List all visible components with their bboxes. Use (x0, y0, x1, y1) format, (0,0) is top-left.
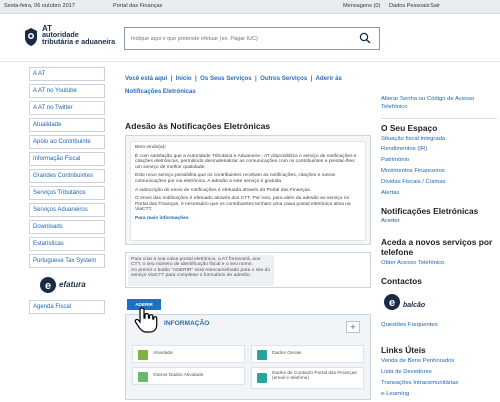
ebalcao-label: balcão (403, 302, 426, 309)
breadcrumb-servicos[interactable]: Os Seus Serviços (200, 75, 252, 82)
espaco-link-dividas[interactable]: Dívidas Fiscais / Coimas (381, 178, 445, 186)
welcome-text: Bem-vindo(a)! É com satisfação que a Aut… (130, 141, 366, 241)
espaco-link-alertas[interactable]: Alertas (381, 189, 399, 197)
ebalcao-banner[interactable]: e balcão (381, 290, 441, 314)
tile-outros-dados-label: Outros Dados Atividade (153, 373, 204, 378)
breadcrumb-inicio[interactable]: Início (176, 75, 192, 82)
information-title: INFORMAÇÃO (164, 320, 210, 327)
breadcrumb: Você está aqui | Início | Os Seus Serviç… (125, 75, 342, 95)
current-date: Sexta-feira, 06 outubro 2017 (4, 3, 75, 9)
efatura-banner[interactable]: e efatura (29, 273, 105, 297)
notif-title: Notificações Eletrónicas (381, 206, 479, 216)
espaco-title: O Seu Espaço (381, 123, 438, 133)
useful-link-devedores[interactable]: Lista de Devedores (381, 368, 432, 376)
tile-dados-gerais[interactable]: Dados Gerais (251, 345, 364, 363)
espaco-link-situacao[interactable]: Situação fiscal integrada (381, 135, 445, 143)
useful-link-transacoes[interactable]: Transações Intracomunitárias (381, 379, 458, 387)
personal-data-link[interactable]: Dados Pessoais (389, 3, 429, 9)
sidebar-item-atualidade[interactable]: Atualidade (29, 118, 105, 132)
sidebar-item-agenda[interactable]: Agenda Fiscal (29, 300, 105, 314)
sidebar-item-portuguese-tax[interactable]: Portuguese Tax System (29, 254, 105, 268)
sidebar-item-estatisticas[interactable]: Estatísticas (29, 237, 105, 251)
useful-link-elearning[interactable]: e-Learning (381, 390, 409, 398)
tile-dados-contacto-label: Dados de Contacto Portal das Finanças (e… (272, 371, 357, 382)
efatura-logo-icon: e (40, 277, 56, 293)
sidebar-item-apoio[interactable]: Apoio ao Contribuinte (29, 135, 105, 149)
search-box (124, 27, 380, 50)
sidebar-item-grandes[interactable]: Grandes Contribuintes (29, 169, 105, 183)
top-bar: Sexta-feira, 06 outubro 2017 Portal das … (0, 0, 500, 14)
search-input[interactable] (125, 28, 350, 49)
republic-emblem-icon (25, 28, 37, 46)
links-uteis-title: Links Úteis (381, 345, 426, 355)
telephone-access-link[interactable]: Obter Acesso Telefónico (381, 259, 444, 267)
sidebar-item-tributarios[interactable]: Serviços Tributários (29, 186, 105, 200)
useful-link-venda[interactable]: Venda de Bens Penhorados (381, 357, 454, 365)
sidebar-item-at[interactable]: A AT (29, 67, 105, 81)
breadcrumb-outros[interactable]: Outros Serviços (260, 75, 307, 82)
other-data-icon (138, 372, 148, 382)
welcome-paragraph-4: O envio das notificações é efetuado atra… (135, 196, 351, 213)
tile-atividade[interactable]: Atividade (132, 345, 245, 363)
sidebar-item-twitter[interactable]: A AT no Twitter (29, 101, 105, 115)
welcome-paragraph-2: Este novo serviço possibilita que os con… (135, 173, 336, 184)
more-info-link[interactable]: Para mais informações (135, 216, 361, 222)
efatura-label: efatura (59, 280, 86, 289)
contact-data-icon (257, 373, 267, 383)
hand-cursor-icon (134, 307, 158, 333)
tile-outros-dados[interactable]: Outros Dados Atividade (132, 367, 245, 385)
welcome-panel: Bem-vindo(a)! É com satisfação que a Aut… (125, 135, 371, 245)
sidebar-item-informacao[interactable]: Informação Fiscal (29, 152, 105, 166)
sidebar-item-youtube[interactable]: A AT no Youtube (29, 84, 105, 98)
svg-text:e: e (45, 280, 51, 292)
change-password-link[interactable]: Alterar Senha ou Código de Acesso Telefó… (381, 95, 497, 111)
portal-link[interactable]: Portal das Finanças (113, 3, 162, 9)
welcome-paragraph-1: É com satisfação que a Autoridade Tribut… (135, 153, 357, 170)
welcome-greeting: Bem-vindo(a)! (135, 145, 166, 150)
viactt-info-text: Para criar a sua caixa postal eletrónica… (128, 255, 274, 286)
svg-text:e: e (389, 297, 395, 309)
divider (381, 118, 497, 119)
at-logo[interactable]: AT autoridade tributária e aduaneira (20, 24, 120, 52)
general-data-icon (257, 350, 267, 360)
espaco-link-patrimonio[interactable]: Património (381, 156, 409, 164)
ebalcao-logo-icon: e (384, 294, 400, 310)
messages-link[interactable]: Mensagens (0) (343, 3, 380, 9)
faq-link[interactable]: Questões Frequentes (381, 321, 438, 329)
breadcrumb-lead: Você está aqui (125, 75, 168, 82)
logout-link[interactable]: Sair (430, 3, 440, 9)
add-info-icon[interactable]: + (346, 321, 360, 333)
espaco-link-movimentos[interactable]: Movimentos Financeiros (381, 167, 445, 175)
notif-aceder-link[interactable]: Aceder (381, 217, 400, 225)
novos-servicos-title: Aceda a novos serviços por telefone (381, 237, 493, 257)
sidebar-item-downloads[interactable]: Downloads (29, 220, 105, 234)
page-title: Adesão às Notificações Eletrónicas (125, 121, 271, 131)
espaco-link-rendimentos[interactable]: Rendimentos (IR) (381, 145, 427, 153)
tile-dados-gerais-label: Dados Gerais (272, 351, 302, 356)
tile-dados-contacto[interactable]: Dados de Contacto Portal das Finanças (e… (251, 367, 364, 389)
search-button[interactable] (351, 28, 379, 49)
viactt-info-panel: Para criar a sua caixa postal eletrónica… (125, 252, 371, 288)
welcome-paragraph-3: A subscrição do envio de notificações é … (135, 187, 312, 193)
contactos-title: Contactos (381, 276, 422, 286)
header: AT autoridade tributária e aduaneira (0, 14, 500, 62)
logo-wordmark: AT autoridade tributária e aduaneira (42, 24, 116, 46)
activity-icon (138, 350, 148, 360)
information-section: INFORMAÇÃO + Atividade Dados Gerais Outr… (125, 314, 371, 400)
tile-atividade-label: Atividade (153, 351, 173, 356)
search-icon (359, 32, 371, 44)
sidebar-item-aduaneiros[interactable]: Serviços Aduaneiros (29, 203, 105, 217)
